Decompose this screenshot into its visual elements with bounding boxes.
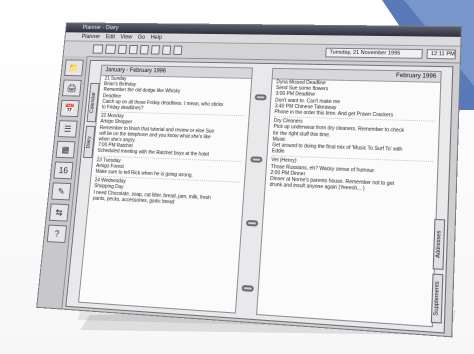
menu-planner[interactable]: Planner [81,32,100,40]
left-page-entries: 21 Sunday Brian's Birthday Remember the ol… [89,76,251,209]
printer-icon[interactable]: 🖨 [62,80,82,97]
paste-button[interactable] [151,45,160,54]
pen-icon[interactable]: ✎ [51,182,71,200]
menu-edit[interactable]: Edit [105,33,115,41]
app-screenshot: Planner - Diary Planner Edit View Go Hel… [36,22,459,335]
binder-ring [241,285,253,292]
menu-view[interactable]: View [120,33,133,41]
tab-supplements[interactable]: Supplements [431,274,444,324]
menu-go[interactable]: Go [137,33,145,41]
date-display: Tuesday, 21 November 1995 [325,48,423,59]
right-diary-page: February 1996 Dyna Missed Deadline Send S… [256,68,442,327]
calendar-week-icon[interactable]: 📅 [60,100,80,117]
binder-ring [250,156,262,162]
trash-button[interactable] [173,46,182,55]
search-button[interactable] [162,45,171,54]
diary-binder: Calendar Diary January - February 1996 2… [65,60,453,334]
copy-button[interactable] [140,45,149,54]
new-entry-button[interactable] [92,44,103,53]
time-display: 12:11 PM [427,49,456,59]
tab-addresses[interactable]: Addresses [433,219,445,270]
left-diary-page: January - February 1996 21 Sunday Brian's… [78,65,253,314]
calendar-16-icon[interactable]: 16 [53,161,73,179]
binder-ring [255,94,267,100]
window-title: Planner - Diary [82,25,119,31]
swap-icon[interactable]: ⇆ [49,203,69,221]
print-button[interactable] [118,45,127,54]
menu-help[interactable]: Help [150,33,162,41]
grid-icon[interactable]: ▦ [56,141,76,159]
binder-ring [246,220,258,227]
right-page-entries: Dyna Missed Deadline Send Sue some flower… [265,79,440,195]
cut-button[interactable] [129,45,138,54]
open-button[interactable] [105,45,116,54]
folder-icon[interactable]: 📁 [64,59,84,76]
help-icon[interactable]: ? [47,225,67,244]
app-window: Planner - Diary Planner Edit View Go Hel… [36,22,462,337]
list-icon[interactable]: ☰ [58,120,78,137]
